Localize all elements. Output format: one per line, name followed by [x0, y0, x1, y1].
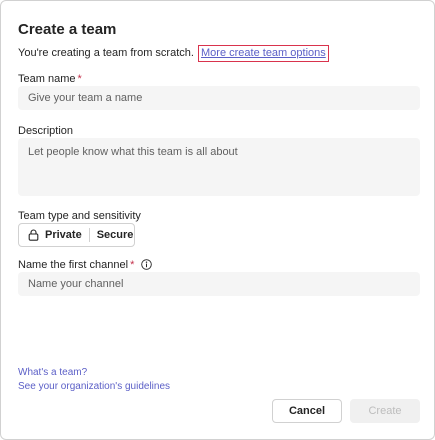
team-name-input[interactable]: Give your team a name [18, 86, 420, 110]
sensitivity-value: Secure [96, 229, 134, 241]
subtitle-row: You're creating a team from scratch. Mor… [18, 45, 329, 62]
channel-name-placeholder: Name your channel [28, 278, 124, 290]
whats-a-team-link[interactable]: What's a team? [18, 367, 87, 378]
team-name-placeholder: Give your team a name [28, 92, 143, 104]
required-mark: * [130, 259, 135, 271]
organization-guidelines-link[interactable]: See your organization's guidelines [18, 381, 170, 392]
dialog-title: Create a team [18, 21, 117, 38]
info-icon[interactable] [141, 258, 153, 270]
description-placeholder: Let people know what this team is all ab… [28, 146, 238, 158]
channel-label-text: Name the first channel [18, 259, 129, 271]
subtitle-text: You're creating a team from scratch. [18, 47, 194, 59]
more-create-team-options-link[interactable]: More create team options [198, 45, 329, 62]
create-team-dialog: Create a team You're creating a team fro… [0, 0, 435, 440]
channel-name-input[interactable]: Name your channel [18, 272, 420, 296]
required-mark: * [77, 73, 82, 85]
privacy-value: Private [45, 229, 82, 241]
channel-label: Name the first channel * [18, 258, 153, 271]
pill-divider [88, 228, 90, 242]
team-type-label: Team type and sensitivity [18, 210, 141, 222]
create-button[interactable]: Create [350, 399, 420, 423]
lock-icon [28, 229, 39, 241]
description-textarea[interactable]: Let people know what this team is all ab… [18, 138, 420, 196]
team-name-label-text: Team name [18, 73, 76, 85]
team-type-selector[interactable]: Private Secure [18, 223, 135, 247]
team-name-label: Team name * [18, 73, 82, 85]
description-label: Description [18, 125, 74, 137]
cancel-button[interactable]: Cancel [272, 399, 342, 423]
